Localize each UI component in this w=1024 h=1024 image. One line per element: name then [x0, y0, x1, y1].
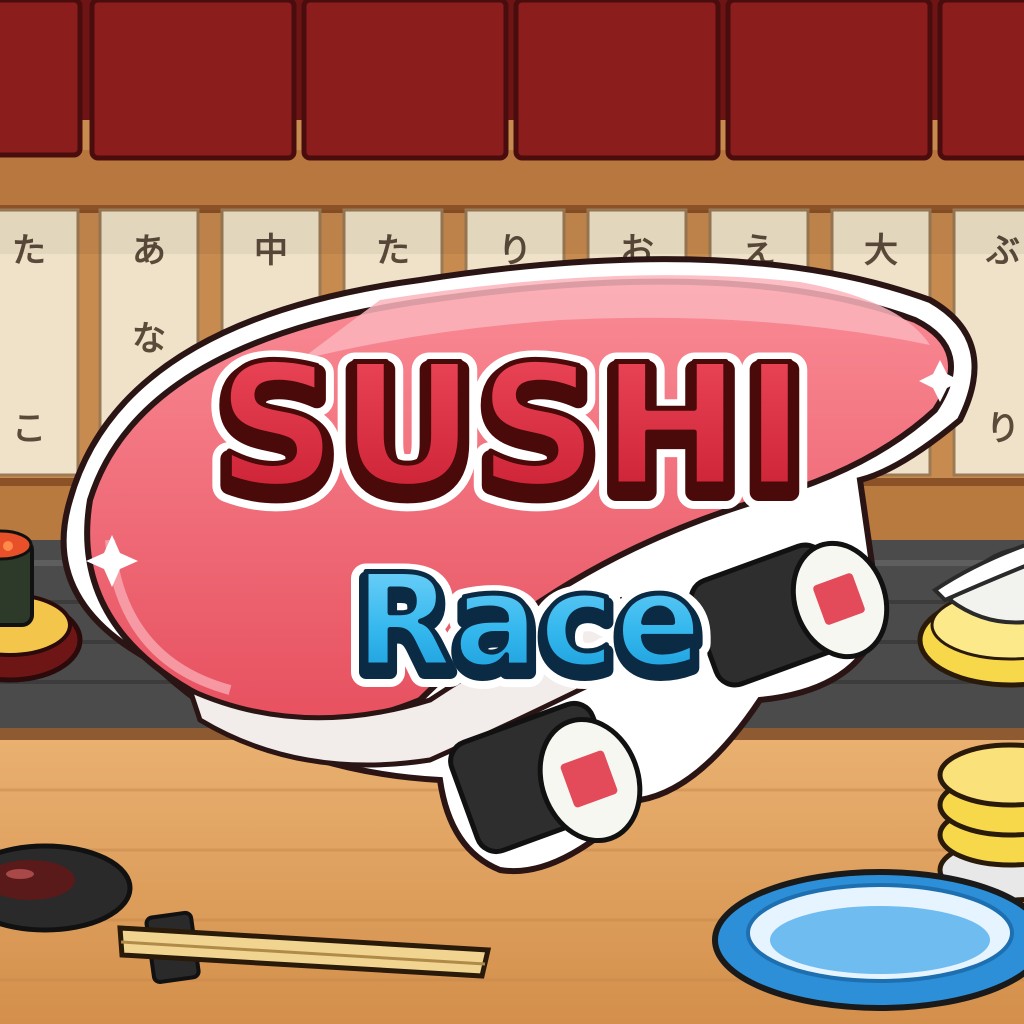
soy-sauce-dish-icon [0, 843, 133, 933]
title-sushi: SUSHI [216, 328, 808, 524]
title-race: Race [354, 547, 702, 696]
menu-board-char: な [132, 319, 166, 359]
game-title-screen: た こ あ な 中 た り お え 大 [0, 0, 1024, 1024]
menu-board-char: こ [12, 409, 46, 449]
scene: た こ あ な 中 た り お え 大 [0, 0, 1024, 1024]
menu-board-char: り [986, 409, 1020, 449]
plate-icon [712, 869, 1024, 1011]
